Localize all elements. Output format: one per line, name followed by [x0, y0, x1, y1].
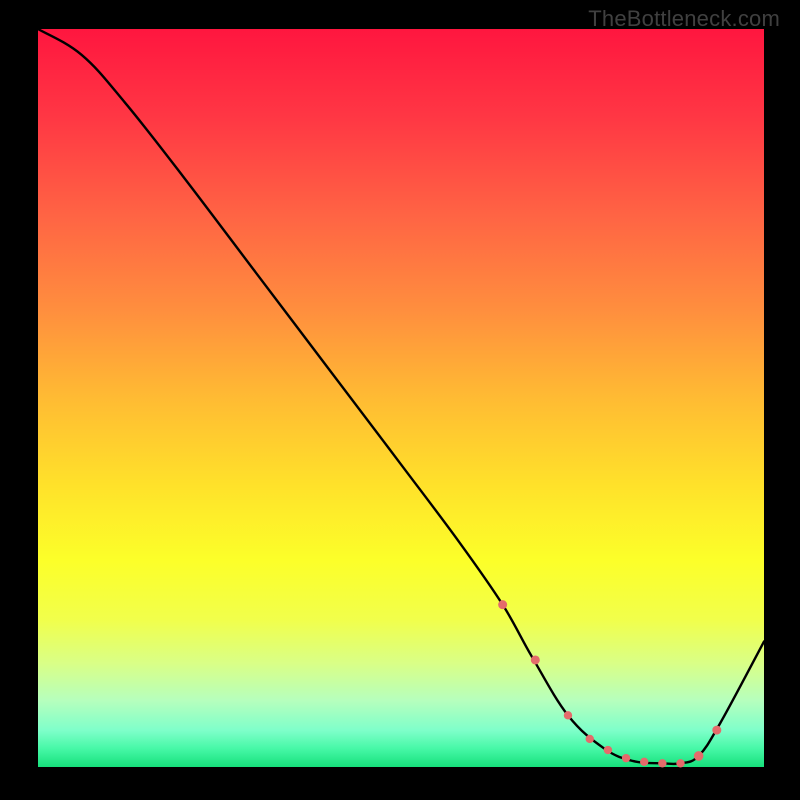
marker-dot: [622, 754, 630, 762]
plot-background: [38, 29, 764, 767]
chart-container: TheBottleneck.com: [0, 0, 800, 800]
marker-dot: [564, 711, 572, 719]
marker-dot: [498, 600, 507, 609]
watermark-text: TheBottleneck.com: [588, 6, 780, 32]
marker-dot: [712, 726, 721, 735]
chart-svg: [0, 0, 800, 800]
marker-dot: [676, 759, 684, 767]
marker-dot: [531, 655, 540, 664]
marker-dot: [640, 758, 648, 766]
marker-dot: [586, 735, 594, 743]
marker-dot: [694, 751, 704, 761]
marker-dot: [604, 746, 612, 754]
marker-dot: [658, 759, 666, 767]
